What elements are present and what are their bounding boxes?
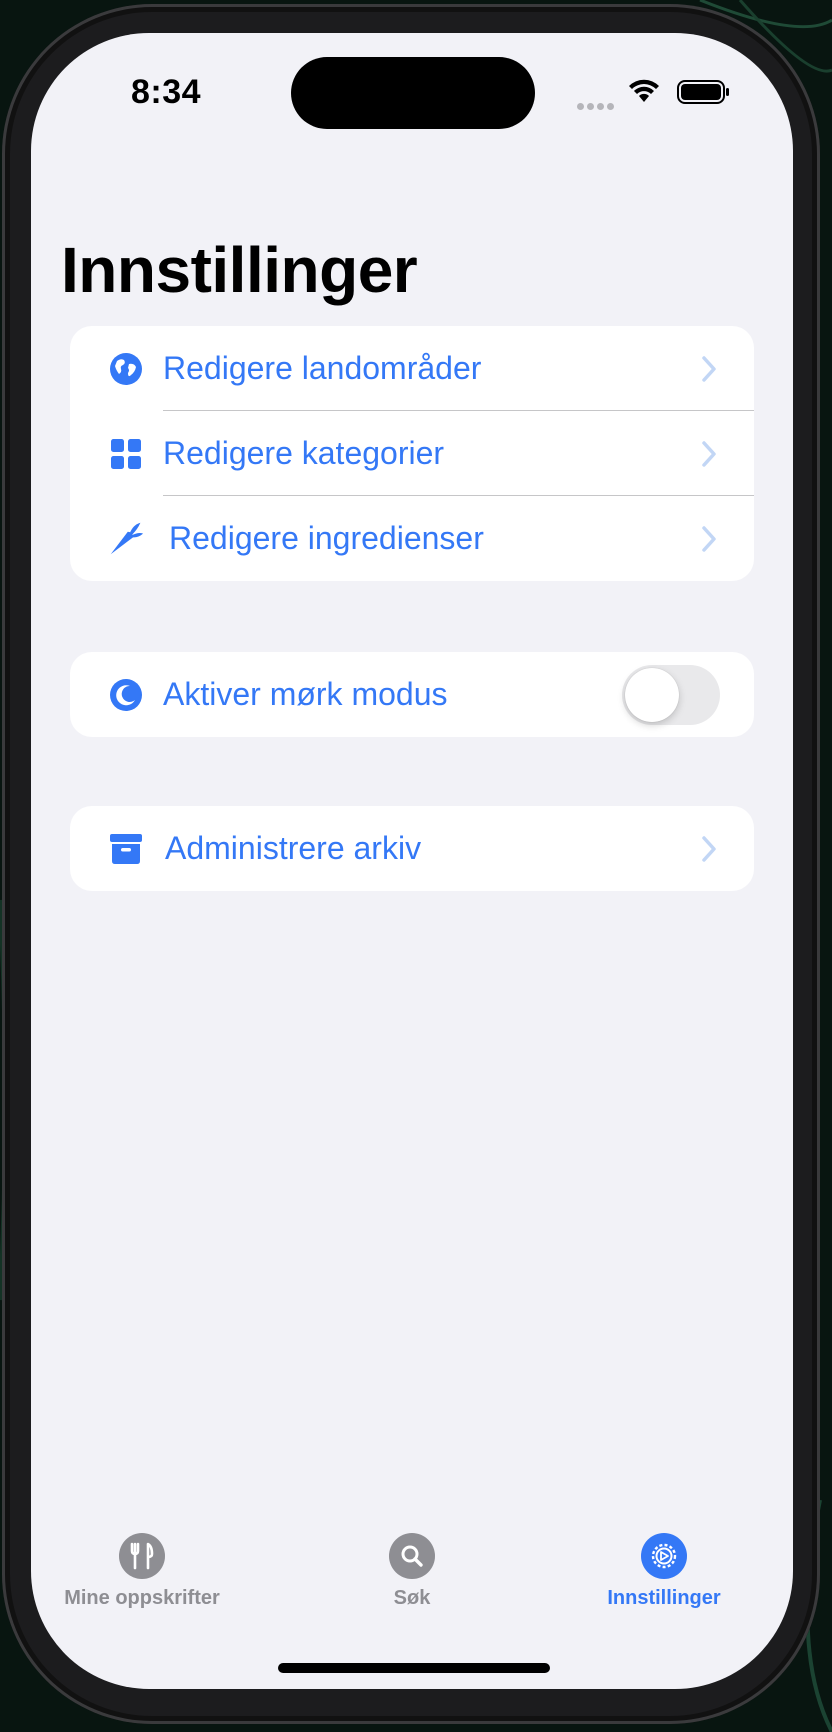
dark-mode-toggle[interactable] <box>622 664 720 725</box>
battery-icon <box>677 80 729 104</box>
tab-label: Innstillinger <box>607 1587 721 1609</box>
chevron-right-icon <box>702 525 716 552</box>
row-label: Administrere arkiv <box>165 830 422 866</box>
carrot-icon <box>108 521 144 557</box>
row-edit-regions[interactable]: Redigere landområder <box>70 326 754 411</box>
status-bar: 8:34 <box>31 33 793 163</box>
row-label: Aktiver mørk modus <box>163 676 448 712</box>
row-edit-categories[interactable]: Redigere kategorier <box>70 411 754 496</box>
row-label: Redigere landområder <box>163 350 482 386</box>
gear-icon <box>641 1533 687 1579</box>
tab-label: Mine oppskrifter <box>64 1587 220 1609</box>
row-label: Redigere kategorier <box>163 435 445 471</box>
wifi-icon <box>629 79 659 102</box>
globe-icon <box>108 351 144 387</box>
page-title: Innstillinger <box>61 234 418 306</box>
grid-icon <box>108 436 144 472</box>
status-time: 8:34 <box>131 73 202 111</box>
row-dark-mode: Aktiver mørk modus <box>70 652 754 737</box>
tab-my-recipes[interactable]: Mine oppskrifter <box>31 1533 267 1610</box>
search-icon <box>389 1533 435 1579</box>
cellular-signal-icon <box>577 97 617 115</box>
fork-knife-icon <box>119 1533 165 1579</box>
phone-frame: 8:34 Innstillinger Redigere landområder … <box>0 0 832 1732</box>
chevron-right-icon <box>702 355 716 382</box>
archive-box-icon <box>108 831 144 867</box>
settings-group-editing: Redigere landområder Redigere kategorier <box>70 326 754 581</box>
row-label: Redigere ingredienser <box>169 520 484 556</box>
dynamic-island <box>291 57 535 129</box>
moon-icon <box>108 677 144 713</box>
settings-group-appearance: Aktiver mørk modus <box>70 652 754 737</box>
row-edit-ingredients[interactable]: Redigere ingredienser <box>70 496 754 581</box>
settings-group-archive: Administrere arkiv <box>70 806 754 891</box>
screen: 8:34 Innstillinger Redigere landområder … <box>31 33 793 1689</box>
tab-label: Søk <box>393 1587 431 1609</box>
chevron-right-icon <box>702 835 716 862</box>
tab-search[interactable]: Søk <box>287 1533 537 1610</box>
toggle-knob <box>625 667 679 722</box>
row-manage-archive[interactable]: Administrere arkiv <box>70 806 754 891</box>
home-indicator[interactable] <box>278 1663 550 1673</box>
tab-settings[interactable]: Innstillinger <box>539 1533 789 1610</box>
chevron-right-icon <box>702 440 716 467</box>
